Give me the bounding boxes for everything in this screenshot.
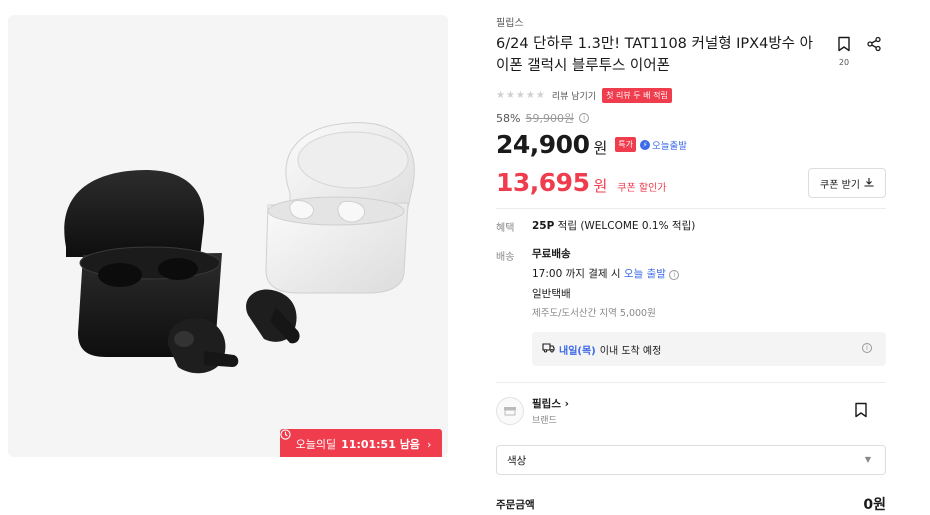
benefit-text: 적립 (WELCOME 0.1% 적립) <box>557 220 696 232</box>
store-type: 브랜드 <box>532 416 557 426</box>
bookmark-count: 20 <box>838 58 850 67</box>
benefit-info: 25P 적립 (WELCOME 0.1% 적립) <box>532 218 695 233</box>
arrival-text: 이내 도착 예정 <box>599 345 662 357</box>
download-icon <box>864 177 874 190</box>
coupon-label: 쿠폰 할인가 <box>617 183 667 194</box>
total-label: 주문금액 <box>496 499 535 511</box>
price-unit: 원 <box>593 139 608 157</box>
divider <box>496 382 886 383</box>
review-link[interactable]: 리뷰 남기기 <box>552 89 596 102</box>
lightning-icon: ⚡ <box>640 140 651 150</box>
coupon-price-unit: 원 <box>593 177 608 195</box>
store-name-row: 필립스 › <box>532 396 569 411</box>
today-ship-badge: ⚡ 오늘출발 <box>640 138 687 152</box>
price-row: 24,900 원 특가 ⚡ 오늘출발 <box>496 130 687 159</box>
share-button[interactable] <box>866 36 884 54</box>
chevron-right-icon: › <box>426 437 432 451</box>
deal-label: 오늘의딜 <box>295 438 337 451</box>
white-case <box>265 122 415 294</box>
truck-icon <box>542 342 555 356</box>
product-info: 필립스 6/24 단하루 1.3만! TAT1108 커널형 IPX4방수 아이… <box>496 0 888 515</box>
shipping-label: 배송 <box>496 252 515 263</box>
rating-row: ★★★★★ 리뷰 남기기 첫 리뷰 두 배 적립 <box>496 88 672 103</box>
product-title: 6/24 단하루 1.3만! TAT1108 커널형 IPX4방수 아이폰 갤럭… <box>496 36 813 74</box>
option-placeholder: 색상 <box>507 454 527 467</box>
total-value: 0원 <box>863 497 886 513</box>
bookmark-button[interactable]: 20 <box>834 36 854 68</box>
review-badge: 첫 리뷰 두 배 적립 <box>602 88 672 103</box>
original-price: 59,900원 <box>525 112 575 125</box>
coupon-price-row: 13,695 원 쿠폰 할인가 <box>496 168 666 197</box>
today-ship-label: 오늘출발 <box>652 141 687 152</box>
shipping-info: 무료배송 17:00 까지 결제 시 오늘 출발 i 일반택배 제주도/도서산간… <box>532 247 680 327</box>
earbuds-photo <box>64 122 415 374</box>
info-icon[interactable]: i <box>579 113 590 123</box>
shipping-cutoff-text: 17:00 까지 결제 시 <box>532 268 621 280</box>
store-avatar <box>496 397 524 425</box>
deal-timer: 11:01:51 남음 <box>341 438 420 451</box>
arrival-highlight: 내일(목) <box>559 345 596 357</box>
color-option-select[interactable]: 색상 ▼ <box>496 445 886 475</box>
store-bookmark-button[interactable] <box>854 402 872 420</box>
discount-row: 58% 59,900원 i <box>496 110 590 126</box>
shipping-type: 무료배송 <box>532 248 571 260</box>
special-badge: 특가 <box>615 137 637 152</box>
coupon-button-label: 쿠폰 받기 <box>820 179 860 191</box>
bookmark-icon <box>837 36 851 56</box>
divider <box>496 208 886 209</box>
chevron-right-icon: › <box>564 398 569 410</box>
arrival-estimate: 내일(목) 이내 도착 예정 i <box>532 332 886 366</box>
store-info[interactable]: 필립스 › 브랜드 <box>496 396 569 426</box>
share-icon <box>866 36 882 56</box>
benefit-points: 25P <box>532 220 555 232</box>
coupon-price: 13,695 <box>496 168 590 197</box>
bookmark-icon <box>854 402 868 422</box>
brand-link[interactable]: 필립스 <box>496 14 524 29</box>
star-icon: ★★★★★ <box>496 90 546 101</box>
coupon-button[interactable]: 쿠폰 받기 <box>808 168 886 198</box>
shipping-cutoff: 17:00 까지 결제 시 오늘 출발 i <box>532 267 680 287</box>
info-icon[interactable]: i <box>862 343 872 353</box>
sale-price: 24,900 <box>496 130 590 159</box>
store-name: 필립스 <box>532 398 561 410</box>
info-icon[interactable]: i <box>669 270 680 280</box>
benefit-label: 혜택 <box>496 223 515 234</box>
deal-bar[interactable]: 오늘의딜 11:01:51 남음 › <box>280 429 442 457</box>
shipping-cutoff-highlight: 오늘 출발 <box>623 268 666 280</box>
shipping-remote: 제주도/도서산간 지역 5,000원 <box>532 308 656 319</box>
chevron-down-icon: ▼ <box>864 455 871 464</box>
product-image: 오늘의딜 11:01:51 남음 › <box>8 15 448 457</box>
shipping-method: 일반택배 <box>532 288 571 300</box>
discount-rate: 58% <box>496 111 521 125</box>
